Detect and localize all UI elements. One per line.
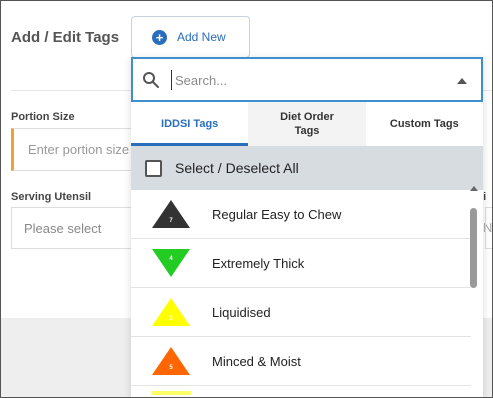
search-input[interactable] [171, 70, 441, 90]
collapse-caret-icon[interactable] [457, 78, 467, 84]
list-item-label: Minced & Moist [212, 353, 301, 369]
iddsi-level-icon: 7 [151, 198, 191, 230]
tab-iddsi-tags[interactable]: IDDSI Tags [131, 102, 249, 146]
search-icon [143, 72, 159, 88]
search-box [131, 57, 483, 102]
triangle-shape [152, 249, 190, 277]
tag-dropdown: IDDSI Tags Diet Order Tags Custom Tags S… [131, 57, 483, 398]
serving-utensil-label: Serving Utensil [11, 191, 92, 203]
right-field-input[interactable] [485, 207, 493, 249]
tag-list: 7 Regular Easy to Chew 4 Extremely Thick… [131, 190, 471, 395]
iddsi-level-icon: 4 [151, 247, 191, 279]
iddsi-level-icon [151, 391, 191, 395]
dropdown-scrollbar[interactable] [469, 186, 479, 398]
scroll-thumb[interactable] [470, 208, 477, 288]
list-item-label: Liquidised [212, 304, 271, 320]
iddsi-level-icon: 3 [151, 296, 191, 328]
scroll-up-icon[interactable] [470, 186, 478, 191]
list-item-label: Extremely Thick [212, 255, 305, 271]
portion-size-label: Portion Size [11, 111, 75, 123]
tab-diet-order-tags[interactable]: Diet Order Tags [248, 102, 366, 146]
portion-size-input[interactable]: Enter portion size [11, 128, 146, 171]
list-item[interactable]: 5 Minced & Moist [131, 337, 471, 386]
tag-tabs: IDDSI Tags Diet Order Tags Custom Tags [131, 102, 483, 146]
add-new-button[interactable]: + Add New [131, 16, 250, 58]
tab-custom-tags[interactable]: Custom Tags [366, 102, 483, 146]
serving-utensil-select[interactable]: Please select [11, 207, 146, 249]
list-item-partial[interactable] [131, 386, 471, 395]
list-item[interactable]: 4 Extremely Thick [131, 239, 471, 288]
select-all-row[interactable]: Select / Deselect All [131, 146, 483, 190]
list-item[interactable]: 3 Liquidised [131, 288, 471, 337]
page-title: Add / Edit Tags [11, 29, 120, 46]
select-all-label: Select / Deselect All [175, 160, 299, 176]
list-item-label: Regular Easy to Chew [212, 206, 342, 222]
plus-circle-icon: + [152, 29, 167, 45]
list-item[interactable]: 7 Regular Easy to Chew [131, 190, 471, 239]
add-new-label: Add New [177, 30, 226, 44]
iddsi-level-icon: 5 [151, 345, 191, 377]
select-all-checkbox[interactable] [145, 159, 162, 177]
